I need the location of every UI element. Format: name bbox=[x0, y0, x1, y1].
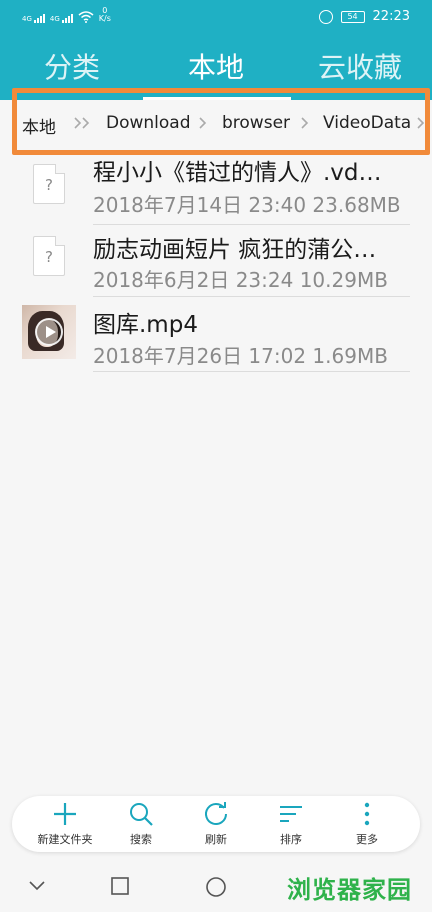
tab-bar: 分类 本地 云收藏 bbox=[0, 46, 432, 90]
file-meta: 2018年7月26日 17:02 1.69MB bbox=[93, 344, 388, 368]
sort-label: 排序 bbox=[280, 833, 302, 846]
file-name: 程小小《错过的情人》.vd… bbox=[93, 160, 382, 186]
file-row[interactable]: 图库.mp4 2018年7月26日 17:02 1.69MB bbox=[0, 296, 432, 372]
unknown-file-icon: ? bbox=[33, 164, 65, 204]
back-icon[interactable] bbox=[27, 876, 47, 896]
plus-icon bbox=[54, 803, 76, 825]
alarm-icon bbox=[318, 9, 333, 24]
app-header: 4G 4G 0 K/s 54 22:23 分类 本地 云收藏 bbox=[0, 0, 432, 100]
refresh-label: 刷新 bbox=[205, 833, 227, 846]
refresh-button[interactable]: 刷新 bbox=[178, 800, 254, 850]
search-label: 搜索 bbox=[130, 833, 152, 846]
recent-apps-icon[interactable] bbox=[110, 876, 130, 896]
row-divider bbox=[93, 371, 410, 372]
search-button[interactable]: 搜索 bbox=[103, 800, 179, 850]
file-meta: 2018年6月2日 23:24 10.29MB bbox=[93, 268, 388, 292]
watermark-logo: 浏览器家园 bbox=[287, 876, 412, 904]
status-bar: 4G 4G 0 K/s 54 22:23 bbox=[0, 0, 432, 34]
status-left: 4G 4G 0 K/s bbox=[22, 7, 111, 23]
more-icon bbox=[364, 802, 370, 826]
file-row[interactable]: ? 励志动画短片 疯狂的蒲公… 2018年6月2日 23:24 10.29MB bbox=[0, 224, 432, 297]
file-name: 图库.mp4 bbox=[93, 312, 198, 338]
file-name: 励志动画短片 疯狂的蒲公… bbox=[93, 237, 377, 263]
clock: 22:23 bbox=[372, 9, 410, 24]
signal-icon-2: 4G bbox=[50, 14, 73, 23]
status-right: 54 22:23 bbox=[318, 9, 410, 24]
new-folder-button[interactable]: 新建文件夹 bbox=[27, 800, 103, 850]
wifi-icon bbox=[78, 11, 94, 23]
signal-label: 4G bbox=[22, 15, 32, 23]
bottom-toolbar: 新建文件夹 搜索 刷新 排序 更多 bbox=[12, 796, 420, 852]
unknown-file-icon: ? bbox=[33, 236, 65, 276]
net-speed: 0 K/s bbox=[99, 7, 111, 23]
sort-button[interactable]: 排序 bbox=[253, 800, 329, 850]
more-button[interactable]: 更多 bbox=[329, 800, 405, 850]
tab-local[interactable]: 本地 bbox=[156, 46, 276, 86]
sort-icon bbox=[280, 806, 302, 822]
more-label: 更多 bbox=[356, 833, 378, 846]
file-meta: 2018年7月14日 23:40 23.68MB bbox=[93, 193, 401, 217]
play-icon bbox=[35, 318, 63, 346]
signal-icon: 4G bbox=[22, 14, 45, 23]
refresh-icon bbox=[205, 802, 227, 825]
new-folder-label: 新建文件夹 bbox=[37, 833, 93, 846]
file-row[interactable]: ? 程小小《错过的情人》.vd… 2018年7月14日 23:40 23.68M… bbox=[0, 152, 432, 225]
video-thumbnail bbox=[22, 305, 76, 359]
tab-cloud-favorites[interactable]: 云收藏 bbox=[300, 46, 420, 86]
net-speed-unit: K/s bbox=[98, 14, 111, 23]
battery-icon: 54 bbox=[340, 10, 365, 23]
signal-label-2: 4G bbox=[49, 15, 60, 23]
search-icon bbox=[130, 803, 153, 826]
home-icon[interactable] bbox=[205, 876, 227, 898]
tab-category[interactable]: 分类 bbox=[12, 46, 132, 86]
breadcrumb-highlight-box bbox=[12, 88, 430, 155]
